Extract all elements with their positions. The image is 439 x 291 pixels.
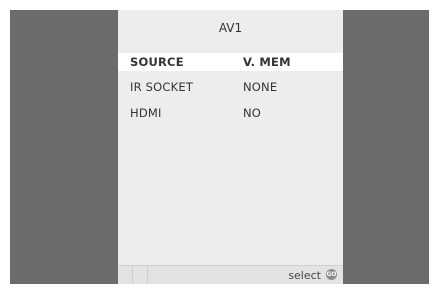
footer-hint: select [288, 269, 321, 282]
menu-item-hdmi[interactable]: HDMI NO [118, 104, 343, 122]
menu-item-value: NO [243, 106, 262, 120]
go-button-icon[interactable]: GO [326, 269, 337, 280]
menu-item-label: SOURCE [130, 55, 184, 69]
menu-item-source[interactable]: SOURCE V. MEM [118, 53, 343, 71]
menu-title: AV1 [218, 21, 243, 35]
av1-menu-panel: AV1 SOURCE V. MEM IR SOCKET NONE HDMI NO… [118, 10, 343, 284]
footer-segment [118, 266, 133, 284]
menu-item-label: HDMI [130, 106, 162, 120]
menu-item-value: V. MEM [243, 55, 291, 69]
menu-item-label: IR SOCKET [130, 80, 194, 94]
footer-segment [132, 266, 148, 284]
menu-footer: select GO [118, 265, 343, 284]
menu-item-value: NONE [243, 80, 278, 94]
menu-item-ir-socket[interactable]: IR SOCKET NONE [118, 78, 343, 96]
